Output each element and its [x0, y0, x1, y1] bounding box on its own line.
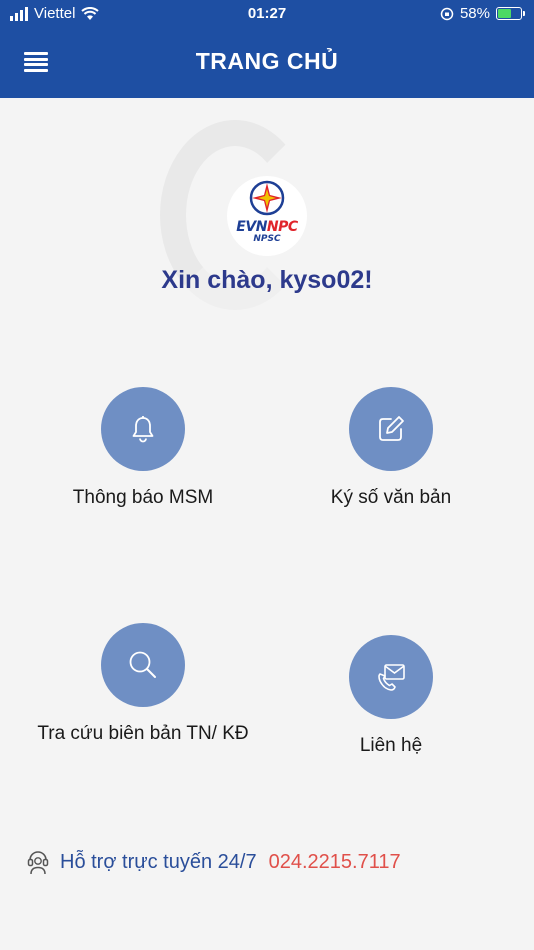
battery-percent: 58% — [459, 5, 490, 22]
tile-label[interactable]: Thông báo MSM — [33, 485, 253, 511]
battery-icon — [496, 7, 525, 20]
search-icon — [129, 651, 156, 678]
support-text: Hỗ trợ trực tuyến 24/7 — [60, 850, 257, 873]
mail-phone-icon — [378, 664, 405, 691]
tile-label[interactable]: Liên hệ — [281, 733, 501, 759]
rotation-lock-icon — [440, 7, 454, 20]
edit-icon — [379, 416, 404, 441]
greeting-text: Xin chào, kyso02! — [161, 266, 373, 294]
tile-icon-circle[interactable] — [349, 635, 433, 719]
tile-icon-circle[interactable] — [101, 623, 185, 707]
top-bar: Viettel 01:27 58% TRANG CHỦ — [0, 0, 534, 98]
tile-digital-sign[interactable]: Ký số văn bản — [281, 387, 501, 511]
tile-icon-circle[interactable] — [101, 387, 185, 471]
status-bar: Viettel 01:27 58% — [0, 0, 534, 28]
tile-notifications[interactable]: Thông báo MSM — [33, 387, 253, 511]
support-hotline[interactable]: Hỗ trợ trực tuyến 24/7 024.2215.7117 — [26, 848, 401, 876]
page-title: TRANG CHỦ — [195, 48, 339, 74]
compass-star-icon — [249, 180, 285, 216]
evnnpc-logo: EVNNPC NPSC — [227, 176, 307, 256]
battery-fill — [498, 9, 511, 18]
logo-brand: EVNNPC — [236, 219, 298, 235]
tile-label[interactable]: Tra cứu biên bản TN/ KĐ — [33, 721, 253, 747]
nav-row: TRANG CHỦ — [0, 36, 534, 88]
tile-lookup-records[interactable]: Tra cứu biên bản TN/ KĐ — [33, 623, 253, 747]
tile-contact[interactable]: Liên hệ — [281, 635, 501, 759]
headset-icon — [27, 851, 49, 875]
logo-sub: NPSC — [253, 234, 281, 244]
support-phone-link[interactable]: 024.2215.7117 — [269, 851, 401, 874]
bell-icon — [132, 416, 154, 443]
status-right: 58% — [440, 5, 525, 22]
tile-icon-circle[interactable] — [349, 387, 433, 471]
tile-label[interactable]: Ký số văn bản — [281, 485, 501, 511]
